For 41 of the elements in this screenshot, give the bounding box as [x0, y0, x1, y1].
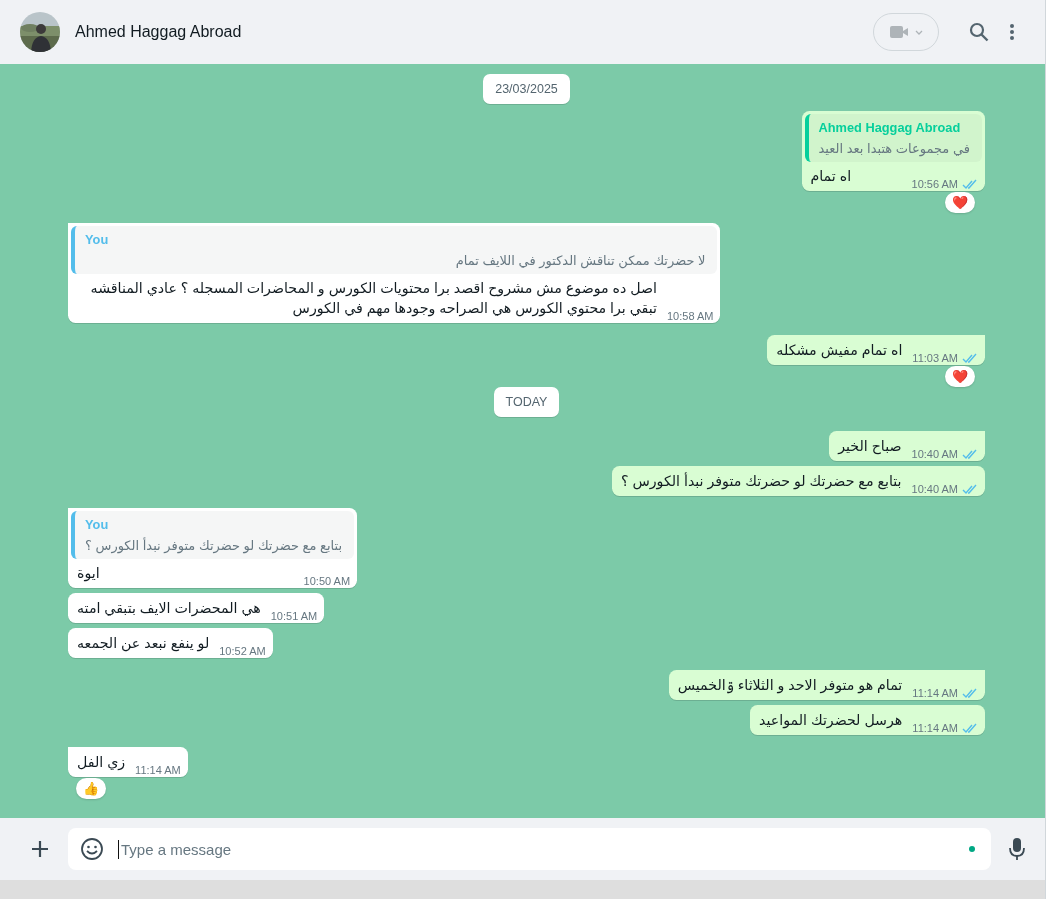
message-text: صباح الخير: [838, 437, 902, 456]
message-time: 11:14 AM: [912, 687, 958, 699]
message-text: لو ينفع نبعد عن الجمعه: [77, 634, 210, 653]
search-icon[interactable]: [969, 22, 989, 42]
video-camera-icon: [889, 24, 923, 40]
status-dot-icon: [969, 846, 975, 852]
message-time: 11:03 AM: [912, 352, 958, 364]
quote-sender: You: [85, 232, 110, 247]
message-time: 10:40 AM: [911, 448, 958, 460]
message-time: 11:14 AM: [135, 764, 181, 776]
reaction-badge[interactable]: ❤: [945, 366, 975, 387]
message-text: اه تمام مفيش مشكله: [776, 341, 903, 360]
date-label: TODAY: [493, 387, 560, 417]
message-text: تمام هو متوفر الاحد و الثلاثاء ۊالخميس: [677, 676, 903, 695]
message-text: اصل ده موضوع مش مشروح اقصد برا محتويات الكورس و المحاضرات المسجله ؟ عادي المناقشه تبقي برا محتوي الكورس هي الصراحه وجودها مهم في الكورس: [89, 279, 657, 318]
quote-sender: Ahmed Haggag Abroad: [818, 120, 962, 135]
message-text: بتابع مع حضرتك لو حضرتك متوفر نبدأ الكورس ؟: [620, 471, 902, 491]
quote-text: في مجموعات هتبدا بعد العيد: [818, 141, 970, 156]
date-label: 23/03/2025: [483, 74, 570, 104]
reaction-badge[interactable]: ❤: [945, 192, 975, 213]
message-time: 10:58 AM: [667, 310, 714, 322]
message-text: ايوة: [77, 564, 100, 583]
message-time: 10:40 AM: [911, 483, 958, 495]
message-text: زي الفل: [77, 753, 126, 772]
contact-name[interactable]: Ahmed Haggag Abroad: [75, 23, 242, 41]
quote-text: لا حضرتك ممكن تناقش الدكتور في اللايف تمام: [454, 253, 706, 268]
message-text: هي المحضرات الايف بتبقي امته: [77, 599, 261, 618]
message-text: اه تمام: [810, 167, 852, 186]
message-time: 10:50 AM: [303, 575, 351, 587]
menu-icon[interactable]: [1009, 23, 1015, 41]
quote-sender: You: [85, 517, 110, 532]
message-time: 11:14 AM: [912, 722, 958, 734]
message-time: 10:56 AM: [911, 178, 958, 190]
message-time: 10:51 AM: [270, 610, 318, 622]
message-text: هرسل لحضرتك المواعيد: [759, 711, 903, 730]
message-composer[interactable]: Type a message: [68, 828, 991, 870]
quote-text: بتابع مع حضرتك لو حضرتك متوفر نبدأ الكورس ؟: [85, 538, 343, 553]
message-time: 10:52 AM: [219, 645, 266, 657]
plus-icon[interactable]: [30, 839, 50, 859]
microphone-icon[interactable]: [1009, 837, 1025, 861]
emoji-icon[interactable]: [80, 837, 104, 861]
